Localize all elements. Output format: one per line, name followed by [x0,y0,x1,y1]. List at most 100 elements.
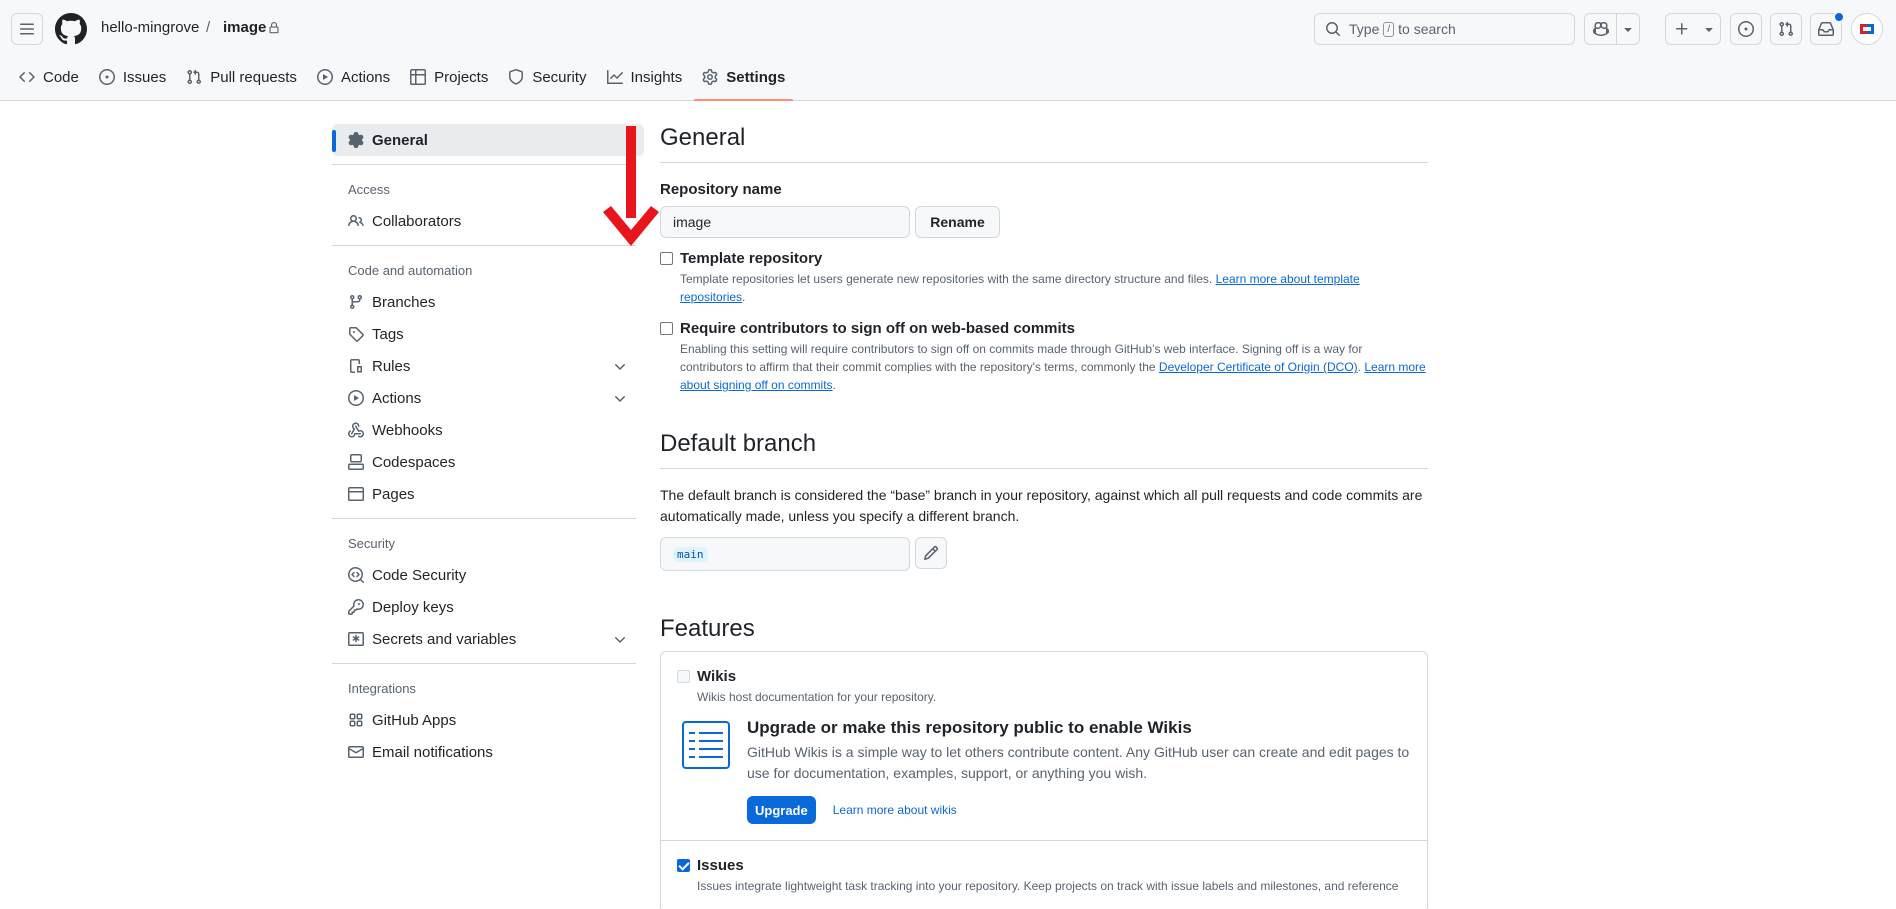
tab-issues[interactable]: Issues [91,60,174,94]
chevron-down-icon [615,637,625,643]
sidebar-heading-integrations: Integrations [348,680,416,696]
asterisk-icon [348,632,364,646]
copilot-button[interactable] [1584,13,1640,45]
wikis-option: Wikis Wikis host documentation for your … [677,668,1411,706]
sidebar-item-label: Pages [372,485,415,503]
your-issues-button[interactable] [1730,13,1762,45]
sidebar-item-email-notifications[interactable]: Email notifications [332,736,644,768]
create-dropdown-button[interactable] [1698,14,1720,44]
sidebar-item-label: Code Security [372,566,467,584]
breadcrumb-repo[interactable]: image [223,19,266,36]
tab-projects[interactable]: Projects [402,60,496,94]
branch-icon [349,295,362,310]
triangle-down-icon [1705,28,1713,32]
signoff-description: Enabling this setting will require contr… [680,340,1428,394]
issues-section: Issues Issues integrate lightweight task… [661,840,1427,909]
sidebar-divider [332,164,636,165]
breadcrumb-owner[interactable]: hello-mingrove [101,19,199,36]
search-placeholder-prefix: Type [1349,21,1380,37]
sidebar-item-branches[interactable]: Branches [332,286,644,318]
sidebar-item-code-security[interactable]: Code Security [332,559,644,591]
sidebar-item-label: GitHub Apps [372,711,457,729]
template-repository-option: Template repository Template repositorie… [660,250,1428,306]
sidebar-item-label: Rules [372,357,411,375]
features-heading: Features [660,615,755,642]
learn-more-wikis-link[interactable]: Learn more about wikis [833,803,957,817]
mail-icon [348,746,364,758]
codespaces-icon [348,454,364,470]
tab-code[interactable]: Code [11,60,87,94]
browser-icon [348,487,364,501]
hamburger-icon [20,23,34,35]
avatar-image-icon [1860,24,1874,34]
book-icon [682,721,730,769]
top-bar: hello-mingrove / image Type / to search [0,0,1896,58]
your-pull-requests-button[interactable] [1770,13,1802,45]
upgrade-button[interactable]: Upgrade [747,796,816,824]
sidebar-item-label: Actions [372,389,422,407]
features-box: Wikis Wikis host documentation for your … [660,651,1428,909]
signoff-checkbox[interactable] [660,322,673,335]
sidebar-item-webhooks[interactable]: Webhooks [332,414,644,446]
issues-checkbox[interactable] [677,859,690,872]
tab-pull-requests[interactable]: Pull requests [178,60,305,94]
signoff-title: Require contributors to sign off on web-… [680,320,1076,337]
sidebar-item-collaborators[interactable]: Collaborators [332,205,644,237]
wikis-checkbox[interactable] [677,670,690,683]
tab-actions[interactable]: Actions [309,60,398,94]
settings-main: General Repository name image Rename Tem… [660,124,1428,909]
sidebar-item-pages[interactable]: Pages [332,478,644,510]
copilot-icon[interactable] [1585,14,1616,44]
default-branch-field: main [660,537,910,571]
tab-settings[interactable]: Settings [694,60,794,101]
sidebar-item-actions[interactable]: Actions [332,382,644,414]
copilot-dropdown-button[interactable] [1617,14,1639,44]
signoff-desc-end: . [832,378,836,392]
search-input[interactable]: Type / to search [1314,13,1575,45]
repo-name-label: Repository name [660,181,782,198]
rename-button[interactable]: Rename [915,206,1000,238]
breadcrumb-separator: / [206,19,211,36]
template-desc-end: . [742,290,746,304]
plus-icon[interactable] [1666,14,1698,44]
sidebar-item-label: Codespaces [372,453,456,471]
edit-default-branch-button[interactable] [915,537,947,569]
sidebar-item-github-apps[interactable]: GitHub Apps [332,704,644,736]
wikis-upgrade-description: GitHub Wikis is a simple way to let othe… [747,744,1410,781]
triangle-down-icon [1624,28,1632,32]
sidebar-item-label: Tags [372,325,404,343]
tab-label: Projects [434,68,489,86]
template-repository-description: Template repositories let users generate… [680,270,1428,306]
dco-link[interactable]: Developer Certificate of Origin (DCO) [1159,360,1358,374]
repo-name-input[interactable]: image [660,206,910,238]
sidebar-item-label: Branches [372,293,436,311]
tab-security[interactable]: Security [500,60,594,94]
search-shortcut-key: / [1383,21,1395,37]
apps-icon [349,713,363,727]
rules-icon [350,359,362,373]
code-icon [19,71,35,83]
template-repository-checkbox[interactable] [660,252,673,265]
annotation-arrow-icon [603,126,659,246]
sidebar-item-deploy-keys[interactable]: Deploy keys [332,591,644,623]
key-icon [348,599,364,615]
sidebar-item-rules[interactable]: Rules [332,350,644,382]
issues-description: Issues integrate lightweight task tracki… [697,879,1399,893]
create-new-button[interactable] [1665,13,1721,45]
lock-icon [269,22,279,34]
github-logo-icon[interactable] [55,13,87,45]
issue-icon [1738,21,1754,37]
signoff-desc-mid: . [1357,360,1361,374]
avatar[interactable] [1851,13,1883,45]
sidebar-item-tags[interactable]: Tags [332,318,644,350]
wikis-upgrade-callout: Upgrade or make this repository public t… [677,718,1411,824]
tab-label: Actions [340,68,391,86]
menu-button[interactable] [11,13,43,45]
tab-insights[interactable]: Insights [599,60,691,94]
sidebar-item-general[interactable]: General [332,124,644,156]
issues-option: Issues Issues integrate lightweight task… [677,857,1411,895]
issue-icon [98,69,115,85]
sidebar-item-codespaces[interactable]: Codespaces [332,446,644,478]
sidebar-item-secrets-variables[interactable]: Secrets and variables [332,623,644,655]
repo-nav-tabs: Code Issues Pull requests Actions Projec… [0,60,797,101]
